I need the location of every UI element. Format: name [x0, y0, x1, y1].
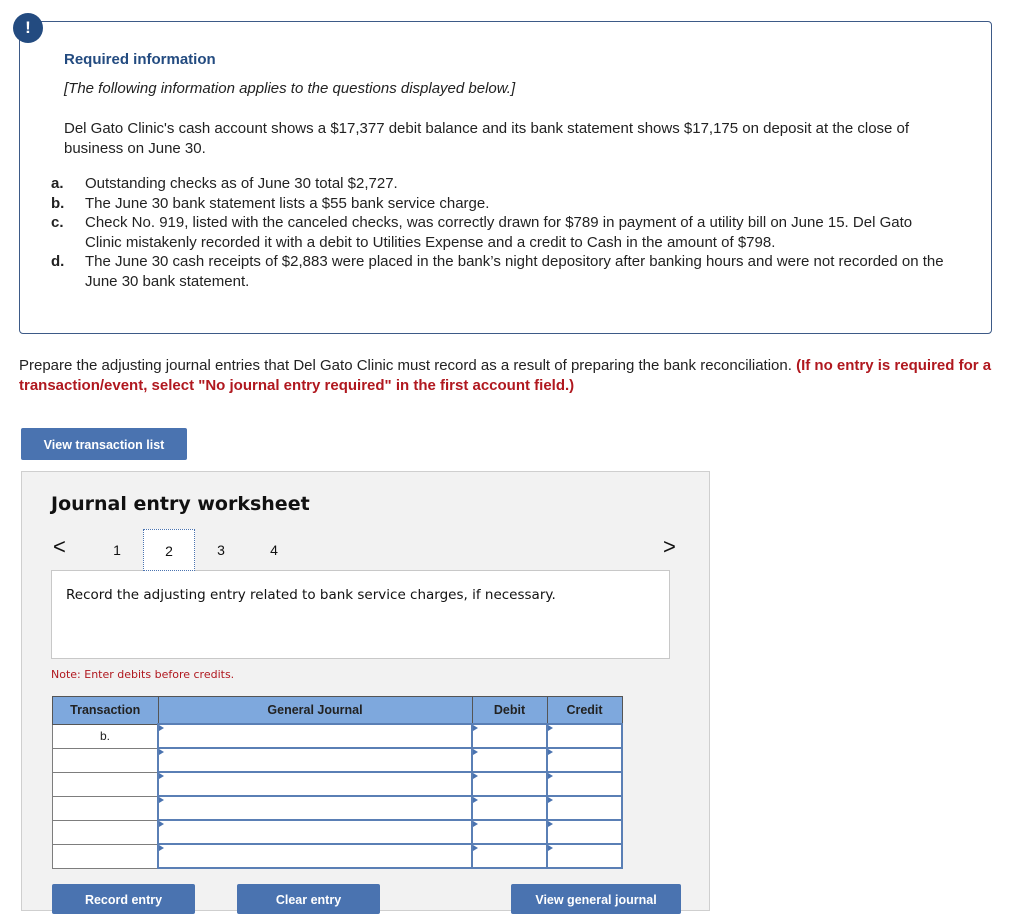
entry-prompt: Record the adjusting entry related to ba…	[66, 587, 556, 603]
credit-input[interactable]	[546, 819, 623, 845]
transaction-cell	[52, 771, 159, 797]
item-letter: c.	[51, 214, 64, 231]
account-dropdown[interactable]	[157, 771, 473, 797]
debit-input[interactable]	[471, 723, 548, 749]
table-row	[52, 819, 623, 845]
account-dropdown[interactable]	[157, 795, 473, 821]
list-item: c. Check No. 919, listed with the cancele…	[51, 213, 951, 252]
note-text: Note: Enter debits before credits.	[51, 668, 235, 681]
item-letter: b.	[51, 194, 65, 212]
worksheet-title: Journal entry worksheet	[51, 493, 310, 515]
transaction-cell	[52, 843, 159, 869]
account-dropdown[interactable]	[157, 843, 473, 869]
account-dropdown[interactable]	[157, 819, 473, 845]
account-dropdown[interactable]	[157, 747, 473, 773]
item-text: The June 30 cash receipts of $2,883 were…	[85, 253, 944, 290]
list-item: d. The June 30 cash receipts of $2,883 we…	[51, 252, 951, 291]
problem-paragraph: Del Gato Clinic's cash account shows a $…	[64, 120, 910, 157]
transaction-cell: b.	[52, 723, 159, 749]
alert-icon: !	[13, 13, 43, 43]
tab-3[interactable]: 3	[195, 529, 247, 571]
required-information-box: Required information [The following info…	[19, 21, 992, 334]
account-dropdown[interactable]	[157, 723, 473, 749]
table-row	[52, 747, 623, 773]
credit-input[interactable]	[546, 747, 623, 773]
tab-1[interactable]: 1	[91, 529, 143, 571]
debit-input[interactable]	[471, 771, 548, 797]
tab-2[interactable]: 2	[143, 529, 195, 571]
entry-prompt-box: Record the adjusting entry related to ba…	[51, 570, 670, 659]
transaction-cell	[52, 747, 159, 773]
list-item: a. Outstanding checks as of June 30 total…	[51, 174, 951, 194]
item-text: Check No. 919, listed with the canceled …	[85, 214, 913, 251]
list-item: b. The June 30 bank statement lists a $55…	[51, 194, 951, 214]
tab-4[interactable]: 4	[248, 529, 300, 571]
chevron-right-icon[interactable]: >	[663, 534, 676, 560]
problem-items: a. Outstanding checks as of June 30 total…	[51, 174, 951, 291]
table-row: b.	[52, 723, 623, 749]
journal-entry-worksheet: Journal entry worksheet < 1 2 3 4 > Reco…	[21, 471, 710, 914]
table-row	[52, 843, 623, 869]
debit-input[interactable]	[471, 819, 548, 845]
view-transaction-list-button[interactable]: View transaction list	[21, 428, 187, 460]
credit-input[interactable]	[546, 795, 623, 821]
credit-input[interactable]	[546, 771, 623, 797]
debit-input[interactable]	[471, 747, 548, 773]
debit-input[interactable]	[471, 843, 548, 869]
item-letter: a.	[51, 175, 64, 192]
item-text: The June 30 bank statement lists a $55 b…	[85, 194, 490, 212]
instructions: Prepare the adjusting journal entries th…	[19, 356, 1004, 396]
header-credit: Credit	[546, 696, 623, 725]
required-information-subtitle: [The following information applies to th…	[64, 80, 516, 97]
journal-table: Transaction General Journal Debit Credit…	[52, 696, 623, 869]
table-row	[52, 795, 623, 821]
transaction-cell	[52, 819, 159, 845]
header-debit: Debit	[471, 696, 548, 725]
item-letter: d.	[51, 253, 65, 270]
header-general-journal: General Journal	[157, 696, 473, 725]
credit-input[interactable]	[546, 843, 623, 869]
item-text: Outstanding checks as of June 30 total $…	[85, 175, 398, 192]
debit-input[interactable]	[471, 795, 548, 821]
required-information-title: Required information	[64, 51, 216, 68]
header-transaction: Transaction	[52, 696, 159, 725]
credit-input[interactable]	[546, 723, 623, 749]
instructions-text: Prepare the adjusting journal entries th…	[19, 357, 797, 374]
table-header-row: Transaction General Journal Debit Credit	[52, 696, 623, 725]
chevron-left-icon[interactable]: <	[53, 534, 66, 560]
transaction-cell	[52, 795, 159, 821]
table-row	[52, 771, 623, 797]
